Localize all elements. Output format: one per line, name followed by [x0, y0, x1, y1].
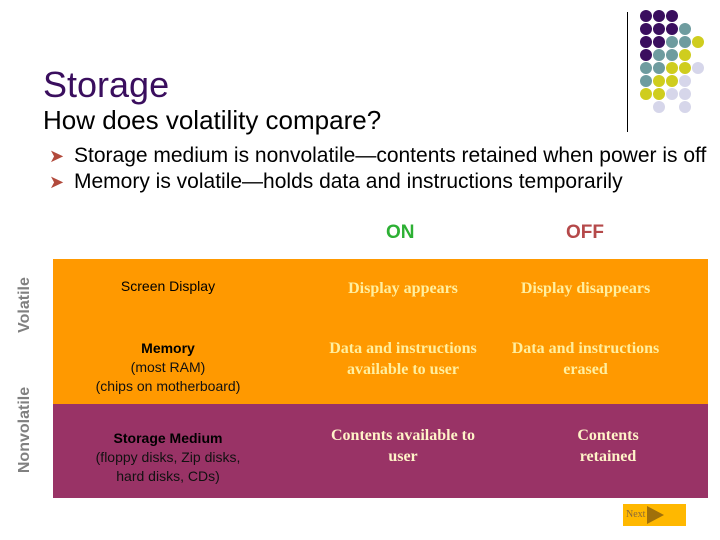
arrowhead-bullet-icon: ➤: [49, 146, 65, 166]
decorative-dot: [679, 23, 691, 35]
group-label-volatile: Volatile: [16, 277, 33, 333]
decorative-dot: [666, 36, 678, 48]
decorative-dot: [666, 88, 678, 100]
title-divider-line: [627, 12, 628, 132]
decorative-dot: [666, 62, 678, 74]
cell-memory-off: Data and instructions erased: [511, 340, 660, 378]
next-button[interactable]: Next: [623, 504, 686, 526]
next-button-label: Next: [626, 509, 646, 520]
decorative-dot: [653, 75, 665, 87]
decorative-dot: [640, 36, 652, 48]
cell-screen-display-off: Display disappears: [520, 280, 651, 297]
arrowhead-bullet-icon: ➤: [49, 172, 65, 192]
cell-storage-medium-on: Contents available to user: [331, 427, 475, 465]
bullet-item: ➤ Storage medium is nonvolatile—contents…: [49, 144, 709, 168]
play-triangle-icon: [647, 506, 664, 524]
decorative-dot: [679, 88, 691, 100]
column-header-off: OFF: [566, 222, 604, 243]
decorative-dot: [653, 62, 665, 74]
cell-storage-medium-off: Contents retained: [577, 427, 639, 465]
column-header-on: ON: [386, 222, 415, 243]
group-label-nonvolatile: Nonvolatile: [16, 386, 33, 474]
bullet-text: Memory is volatile—holds data and instru…: [74, 170, 623, 193]
decorative-dot: [653, 101, 665, 113]
decorative-dot: [653, 23, 665, 35]
decorative-dot: [640, 23, 652, 35]
decorative-dot: [666, 10, 678, 22]
volatile-band: Screen Display Display appears Display d…: [53, 259, 708, 404]
decorative-dot: [692, 36, 704, 48]
decorative-dot: [679, 75, 691, 87]
decorative-dot: [679, 36, 691, 48]
bullet-list: ➤ Storage medium is nonvolatile—contents…: [49, 144, 709, 196]
nonvolatile-band: Storage Medium (floppy disks, Zip disks,…: [53, 404, 708, 498]
decorative-dot: [640, 88, 652, 100]
cell-screen-display-on: Display appears: [348, 280, 458, 297]
row-label-screen-display: Screen Display: [120, 278, 216, 294]
row-label-storage-medium: Storage Medium (floppy disks, Zip disks,…: [95, 430, 241, 484]
decorative-dot-grid: [640, 10, 710, 120]
slide-subtitle: How does volatility compare?: [43, 105, 382, 135]
decorative-dot: [666, 75, 678, 87]
decorative-dot: [640, 49, 652, 61]
cell-memory-on: Data and instructions available to user: [329, 340, 477, 378]
decorative-dot: [640, 62, 652, 74]
decorative-dot: [653, 36, 665, 48]
decorative-dot: [640, 10, 652, 22]
decorative-dot: [653, 10, 665, 22]
slide-title: Storage: [43, 64, 170, 105]
bullet-text: Storage medium is nonvolatile—contents r…: [74, 144, 707, 167]
decorative-dot: [653, 49, 665, 61]
decorative-dot: [640, 75, 652, 87]
bullet-item: ➤ Memory is volatile—holds data and inst…: [49, 170, 709, 194]
decorative-dot: [666, 23, 678, 35]
decorative-dot: [666, 49, 678, 61]
row-label-memory: Memory (most RAM) (chips on motherboard): [95, 340, 241, 394]
decorative-dot: [692, 62, 704, 74]
decorative-dot: [679, 49, 691, 61]
decorative-dot: [653, 88, 665, 100]
decorative-dot: [679, 62, 691, 74]
decorative-dot: [679, 101, 691, 113]
